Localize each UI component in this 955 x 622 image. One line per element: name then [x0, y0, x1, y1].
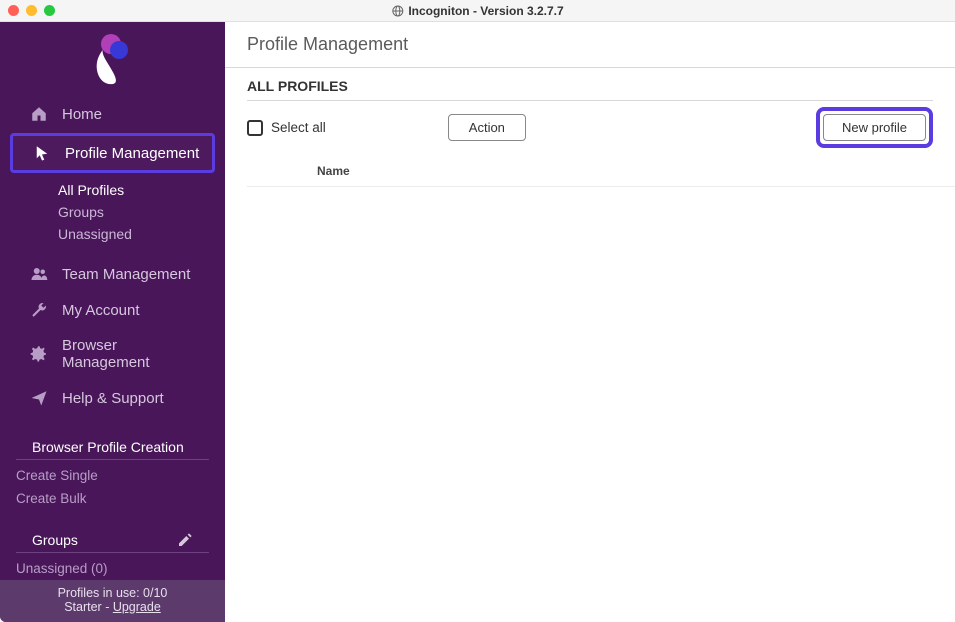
- app-title: Incogniton - Version 3.2.7.7: [391, 4, 563, 18]
- subnav-unassigned[interactable]: Unassigned: [58, 223, 225, 245]
- minimize-window-icon[interactable]: [26, 5, 37, 16]
- sidebar-item-label: Help & Support: [62, 390, 164, 407]
- subnav-groups[interactable]: Groups: [58, 201, 225, 223]
- section-title-text: Groups: [32, 532, 78, 548]
- gear-icon: [30, 345, 48, 363]
- wrench-icon: [30, 301, 48, 319]
- subnav: All Profiles Groups Unassigned: [0, 175, 225, 255]
- action-button[interactable]: Action: [448, 114, 526, 141]
- users-icon: [30, 265, 48, 283]
- close-window-icon[interactable]: [8, 5, 19, 16]
- profile-creation-links: Create Single Create Bulk: [0, 464, 225, 510]
- link-create-single[interactable]: Create Single: [0, 464, 225, 487]
- page-title: Profile Management: [225, 22, 955, 67]
- sidebar-item-profile-management[interactable]: Profile Management: [10, 133, 215, 173]
- sidebar-item-home[interactable]: Home: [10, 97, 215, 131]
- new-profile-highlight: New profile: [816, 107, 933, 148]
- new-profile-button[interactable]: New profile: [823, 114, 926, 141]
- sidebar-item-label: Home: [62, 106, 102, 123]
- globe-icon: [391, 5, 403, 17]
- section-title-text: Browser Profile Creation: [32, 439, 184, 455]
- link-group-unassigned[interactable]: Unassigned (0): [0, 557, 225, 580]
- sidebar-item-label: My Account: [62, 302, 140, 319]
- select-all-label: Select all: [271, 120, 326, 135]
- profiles-in-use: Profiles in use: 0/10: [4, 586, 221, 600]
- sidebar: Home Profile Management All Profiles Gro…: [0, 22, 225, 622]
- sidebar-item-label: Team Management: [62, 266, 190, 283]
- plan-row: Starter - Upgrade: [4, 600, 221, 614]
- sidebar-item-help-support[interactable]: Help & Support: [10, 381, 215, 415]
- nav: Home Profile Management All Profiles Gro…: [0, 95, 225, 417]
- sidebar-item-my-account[interactable]: My Account: [10, 293, 215, 327]
- subheader: ALL PROFILES: [225, 68, 955, 100]
- sidebar-item-label: Profile Management: [65, 145, 199, 162]
- plan-label: Starter -: [64, 600, 113, 614]
- sidebar-footer: Profiles in use: 0/10 Starter - Upgrade: [0, 580, 225, 622]
- titlebar: Incogniton - Version 3.2.7.7: [0, 0, 955, 22]
- sidebar-item-label: Browser Management: [62, 337, 203, 371]
- edit-icon[interactable]: [177, 532, 193, 548]
- maximize-window-icon[interactable]: [44, 5, 55, 16]
- groups-links: Unassigned (0): [0, 557, 225, 580]
- subnav-all-profiles[interactable]: All Profiles: [58, 179, 225, 201]
- paper-plane-icon: [30, 389, 48, 407]
- sidebar-item-browser-management[interactable]: Browser Management: [10, 329, 215, 379]
- checkbox-box-icon: [247, 120, 263, 136]
- section-groups: Groups: [16, 524, 209, 553]
- home-icon: [30, 105, 48, 123]
- window-controls: [8, 5, 55, 16]
- toolbar: Select all Action New profile: [225, 101, 955, 158]
- main: Profile Management ALL PROFILES Select a…: [225, 22, 955, 622]
- table-column-name: Name: [247, 158, 955, 187]
- logo: [0, 22, 225, 95]
- select-all-checkbox[interactable]: Select all: [247, 120, 326, 136]
- logo-icon: [89, 32, 137, 86]
- sidebar-item-team-management[interactable]: Team Management: [10, 257, 215, 291]
- section-profile-creation: Browser Profile Creation: [16, 431, 209, 460]
- link-create-bulk[interactable]: Create Bulk: [0, 487, 225, 510]
- cursor-icon: [33, 144, 51, 162]
- app-title-text: Incogniton - Version 3.2.7.7: [408, 4, 563, 18]
- upgrade-link[interactable]: Upgrade: [113, 600, 161, 614]
